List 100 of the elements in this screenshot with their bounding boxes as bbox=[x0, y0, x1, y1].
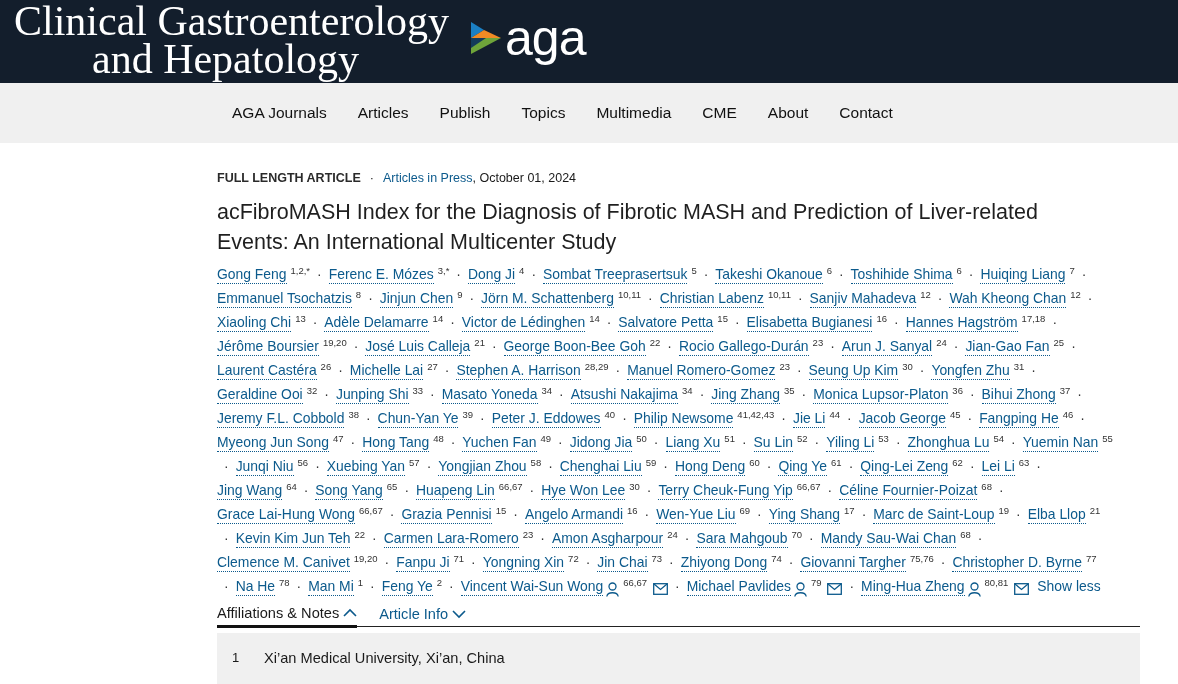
author-link[interactable]: Jérôme Boursier bbox=[217, 337, 319, 356]
author-link[interactable]: Lei Li bbox=[981, 457, 1015, 476]
author-link[interactable]: Céline Fournier-Poizat bbox=[839, 481, 978, 500]
nav-link[interactable]: Articles bbox=[357, 102, 409, 124]
author-link[interactable]: José Luis Calleja bbox=[365, 337, 471, 356]
author-link[interactable]: Emmanuel Tsochatzis bbox=[217, 289, 352, 308]
author-link[interactable]: Jin Chai bbox=[597, 553, 648, 572]
author-link[interactable]: Man Mi bbox=[308, 577, 354, 596]
author-link[interactable]: Huiqing Liang bbox=[980, 265, 1066, 284]
author-link[interactable]: Huapeng Lin bbox=[416, 481, 495, 500]
author-link[interactable]: Chenghai Liu bbox=[559, 457, 642, 476]
author-link[interactable]: Carmen Lara-Romero bbox=[383, 529, 519, 548]
author-link[interactable]: Mandy Sau-Wai Chan bbox=[820, 529, 957, 548]
envelope-icon[interactable] bbox=[653, 583, 668, 595]
author-link[interactable]: Dong Ji bbox=[467, 265, 516, 284]
nav-link[interactable]: Contact bbox=[839, 102, 893, 124]
author-link[interactable]: Vincent Wai-Sun Wong bbox=[460, 577, 604, 596]
author-link[interactable]: Hye Won Lee bbox=[541, 481, 626, 500]
tab[interactable]: Article Info bbox=[379, 604, 467, 626]
author-link[interactable]: Angelo Armandi bbox=[524, 505, 623, 524]
author-link[interactable]: Grace Lai-Hung Wong bbox=[217, 505, 355, 524]
author-link[interactable]: Yongfen Zhu bbox=[931, 361, 1010, 380]
author-link[interactable]: Chun-Yan Ye bbox=[377, 409, 459, 428]
tab[interactable]: Affiliations & Notes bbox=[217, 604, 358, 628]
author-link[interactable]: Feng Ye bbox=[381, 577, 433, 596]
author-link[interactable]: Wen-Yue Liu bbox=[656, 505, 736, 524]
author-link[interactable]: George Boon-Bee Goh bbox=[503, 337, 646, 356]
author-link[interactable]: Jacob George bbox=[858, 409, 946, 428]
author-link[interactable]: Fanpu Ji bbox=[396, 553, 450, 572]
author-link[interactable]: Junqi Niu bbox=[235, 457, 294, 476]
author-link[interactable]: Gong Feng bbox=[217, 265, 287, 284]
author-link[interactable]: Yuemin Nan bbox=[1022, 433, 1099, 452]
author-link[interactable]: Qing-Lei Zeng bbox=[860, 457, 949, 476]
author-link[interactable]: Monica Lupsor-Platon bbox=[813, 385, 949, 404]
author-link[interactable]: Jie Li bbox=[793, 409, 826, 428]
author-link[interactable]: Elba Llop bbox=[1027, 505, 1086, 524]
author-link[interactable]: Peter J. Eddowes bbox=[491, 409, 601, 428]
author-link[interactable]: Toshihide Shima bbox=[850, 265, 953, 284]
nav-link[interactable]: About bbox=[767, 102, 809, 124]
envelope-icon[interactable] bbox=[1014, 583, 1030, 595]
author-link[interactable]: Jörn M. Schattenberg bbox=[481, 289, 614, 308]
author-link[interactable]: Yongjian Zhou bbox=[438, 457, 527, 476]
author-link[interactable]: Kevin Kim Jun Teh bbox=[235, 529, 351, 548]
author-link[interactable]: Masato Yoneda bbox=[441, 385, 538, 404]
nav-link[interactable]: Publish bbox=[439, 102, 491, 124]
author-link[interactable]: Su Lin bbox=[753, 433, 793, 452]
author-link[interactable]: Zhiyong Dong bbox=[680, 553, 768, 572]
author-link[interactable]: Michelle Lai bbox=[349, 361, 424, 380]
issue-link[interactable]: Articles in Press bbox=[382, 171, 473, 185]
author-link[interactable]: Takeshi Okanoue bbox=[715, 265, 823, 284]
envelope-icon[interactable] bbox=[827, 583, 843, 595]
author-link[interactable]: Stephen A. Harrison bbox=[456, 361, 581, 380]
author-link[interactable]: Yiling Li bbox=[826, 433, 875, 452]
author-link[interactable]: Terry Cheuk-Fung Yip bbox=[658, 481, 793, 500]
author-link[interactable]: Christian Labenz bbox=[659, 289, 764, 308]
author-link[interactable]: Xiaoling Chi bbox=[217, 313, 292, 332]
author-link[interactable]: Jeremy F.L. Cobbold bbox=[217, 409, 345, 428]
author-link[interactable]: Salvatore Petta bbox=[618, 313, 714, 332]
author-link[interactable]: Elisabetta Bugianesi bbox=[746, 313, 873, 332]
author-link[interactable]: Victor de Lédinghen bbox=[461, 313, 586, 332]
author-link[interactable]: Jing Zhang bbox=[711, 385, 780, 404]
author-link[interactable]: Marc de Saint-Loup bbox=[873, 505, 995, 524]
author-link[interactable]: Adèle Delamarre bbox=[324, 313, 429, 332]
author-link[interactable]: Liang Xu bbox=[665, 433, 721, 452]
author-link[interactable]: Jian-Gao Fan bbox=[965, 337, 1050, 356]
show-less-link[interactable]: Show less bbox=[1037, 578, 1101, 594]
author-link[interactable]: Ying Shang bbox=[768, 505, 841, 524]
author-link[interactable]: Grazia Pennisi bbox=[401, 505, 492, 524]
author-link[interactable]: Hannes Hagström bbox=[905, 313, 1018, 332]
author-link[interactable]: Myeong Jun Song bbox=[217, 433, 329, 452]
nav-link[interactable]: CME bbox=[702, 102, 737, 124]
author-link[interactable]: Junping Shi bbox=[335, 385, 409, 404]
author-link[interactable]: Seung Up Kim bbox=[808, 361, 899, 380]
author-link[interactable]: Jidong Jia bbox=[569, 433, 633, 452]
nav-link[interactable]: AGA Journals bbox=[232, 102, 327, 124]
author-link[interactable]: Geraldine Ooi bbox=[217, 385, 303, 404]
author-link[interactable]: Philip Newsome bbox=[633, 409, 734, 428]
author-link[interactable]: Na He bbox=[235, 577, 275, 596]
author-link[interactable]: Giovanni Targher bbox=[800, 553, 906, 572]
author-link[interactable]: Clemence M. Canivet bbox=[217, 553, 350, 572]
author-link[interactable]: Yongning Xin bbox=[482, 553, 565, 572]
author-link[interactable]: Yuchen Fan bbox=[462, 433, 537, 452]
nav-link[interactable]: Topics bbox=[521, 102, 566, 124]
author-link[interactable]: Fangping He bbox=[979, 409, 1059, 428]
author-link[interactable]: Jinjun Chen bbox=[379, 289, 454, 308]
author-link[interactable]: Arun J. Sanyal bbox=[841, 337, 933, 356]
nav-link[interactable]: Multimedia bbox=[596, 102, 672, 124]
author-link[interactable]: Sombat Treeprasertsuk bbox=[543, 265, 688, 284]
author-link[interactable]: Xuebing Yan bbox=[326, 457, 406, 476]
author-link[interactable]: Ming-Hua Zheng bbox=[861, 577, 965, 596]
author-link[interactable]: Wah Kheong Chan bbox=[949, 289, 1067, 308]
author-link[interactable]: Atsushi Nakajima bbox=[570, 385, 679, 404]
author-link[interactable]: Christopher D. Byrne bbox=[952, 553, 1083, 572]
author-link[interactable]: Sanjiv Mahadeva bbox=[809, 289, 917, 308]
author-link[interactable]: Bihui Zhong bbox=[981, 385, 1056, 404]
author-link[interactable]: Ferenc E. Mózes bbox=[328, 265, 434, 284]
author-link[interactable]: Michael Pavlides bbox=[686, 577, 791, 596]
author-link[interactable]: Hong Tang bbox=[362, 433, 430, 452]
author-link[interactable]: Zhonghua Lu bbox=[907, 433, 990, 452]
author-link[interactable]: Jing Wang bbox=[217, 481, 283, 500]
